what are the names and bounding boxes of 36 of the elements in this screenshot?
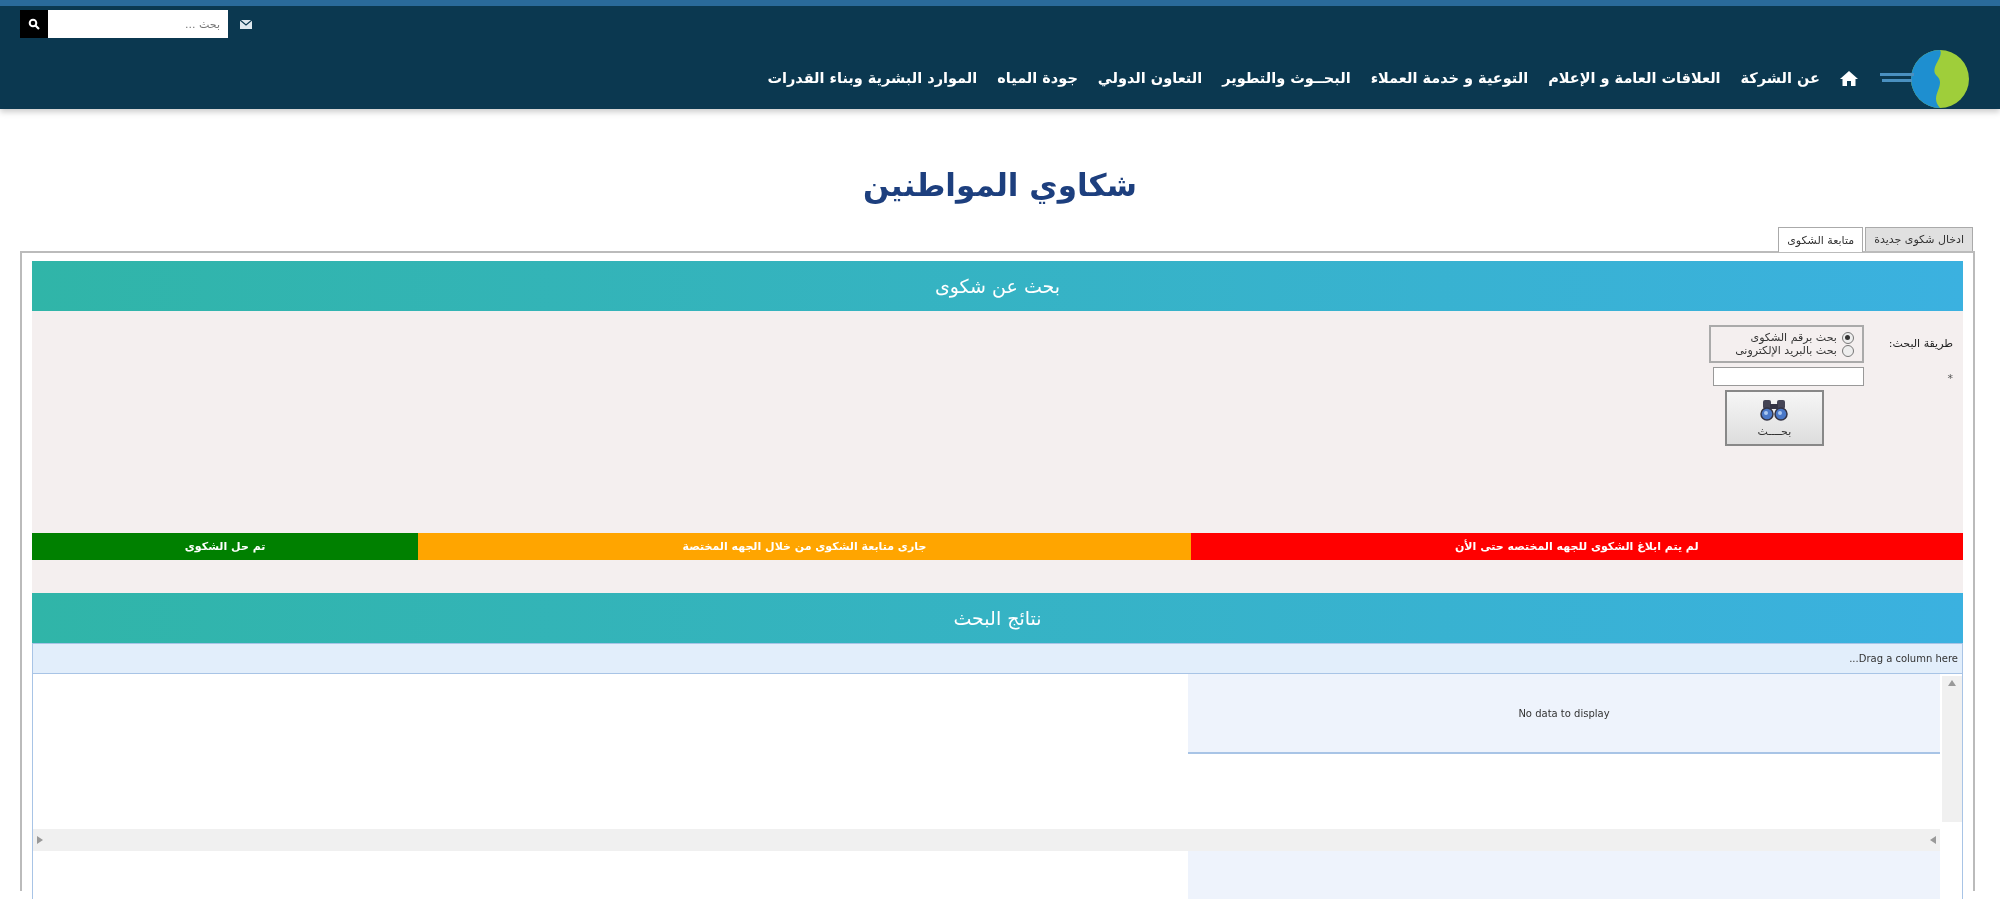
envelope-icon[interactable] bbox=[240, 19, 252, 29]
required-mark: * bbox=[1946, 371, 1953, 386]
nav-link[interactable]: عن الشركة bbox=[1740, 70, 1820, 86]
page-title: شكاوي المواطنين bbox=[862, 167, 1138, 203]
nav-link[interactable]: جودة المياه bbox=[997, 70, 1078, 86]
radio-label: بحث برقم الشكوى bbox=[1750, 331, 1837, 344]
nav-link[interactable]: الموارد البشرية وبناء القدرات bbox=[767, 70, 978, 86]
search-field[interactable]: بحث ... bbox=[48, 10, 228, 38]
input-field[interactable] bbox=[1712, 367, 1864, 386]
scroll-left-arrow-icon[interactable] bbox=[1930, 836, 1936, 844]
tab[interactable]: متابعة الشكوى bbox=[1778, 227, 1864, 252]
group-panel: Drag a column here... bbox=[33, 644, 1962, 674]
tab[interactable]: ادخال شكوى جديدة bbox=[1865, 227, 1973, 251]
field-label: طريقة البحث: bbox=[1888, 336, 1953, 352]
radio-button[interactable] bbox=[1841, 331, 1854, 344]
binoculars-icon bbox=[1760, 398, 1789, 421]
radio-label: بحث بالبريد الإلكترونى bbox=[1735, 344, 1837, 357]
nav-link[interactable]: التعاون الدولي bbox=[1097, 70, 1203, 86]
search-icon bbox=[28, 18, 40, 30]
nav-link[interactable]: التوعية و خدمة العملاء bbox=[1370, 70, 1529, 86]
nav-link[interactable]: البحــوث والتطوير bbox=[1222, 70, 1351, 86]
scroll-right-arrow-icon[interactable] bbox=[37, 836, 43, 844]
vertical-scrollbar[interactable] bbox=[1942, 676, 1962, 822]
section-header: بحث عن شكوى bbox=[32, 261, 1963, 311]
search-button[interactable]: بحــــث bbox=[1724, 390, 1824, 446]
empty-message: No data to display bbox=[1188, 674, 1940, 754]
radio-button[interactable] bbox=[1841, 344, 1854, 357]
search-button[interactable] bbox=[20, 10, 48, 38]
nav-link[interactable]: العلاقات العامة و الإعلام bbox=[1548, 70, 1721, 86]
status-legend: تم حل الشكوى bbox=[32, 533, 419, 560]
status-legend: لم يتم ابلاغ الشكوى للجهه المختصه حتى الأن bbox=[1190, 533, 1963, 560]
home-icon[interactable] bbox=[1840, 70, 1858, 86]
scroll-up-arrow-icon[interactable] bbox=[1948, 680, 1956, 686]
section-header: نتائج البحث bbox=[32, 593, 1963, 643]
horizontal-scrollbar[interactable] bbox=[33, 829, 1940, 851]
status-legend: جارى متابعة الشكوى من خلال الجهه المختصة bbox=[418, 533, 1191, 560]
